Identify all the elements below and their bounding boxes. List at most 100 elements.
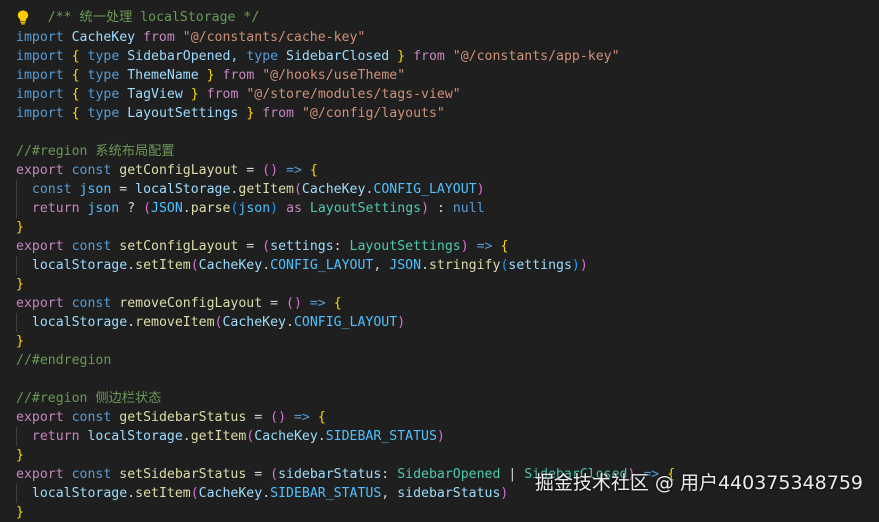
code-line: } bbox=[16, 446, 24, 465]
code-token: export bbox=[16, 467, 64, 482]
code-line: return localStorage.getItem(CacheKey.SID… bbox=[16, 427, 445, 446]
code-token: type bbox=[87, 106, 120, 121]
code-token: } bbox=[397, 49, 406, 64]
code-token: from bbox=[222, 68, 255, 83]
code-token: CacheKey bbox=[198, 258, 263, 273]
code-token: localStorage bbox=[31, 258, 128, 273]
code-token: export bbox=[16, 163, 64, 178]
code-token: const bbox=[71, 239, 112, 254]
code-token: SidebarOpened, bbox=[119, 49, 247, 64]
code-token: //#region 侧边栏状态 bbox=[16, 391, 162, 406]
code-token: sidebarStatus bbox=[397, 486, 501, 501]
code-token: CacheKey bbox=[222, 315, 287, 330]
code-token: json bbox=[238, 201, 271, 216]
code-token: } bbox=[190, 87, 199, 102]
code-line: //#region 侧边栏状态 bbox=[16, 389, 161, 408]
code-token: "@/hooks/useTheme" bbox=[262, 68, 406, 83]
code-token: : bbox=[429, 201, 453, 216]
code-token: . bbox=[127, 258, 136, 273]
code-line: export const setConfigLayout = (settings… bbox=[16, 237, 508, 256]
code-token: CONFIG_LAYOUT bbox=[293, 315, 398, 330]
code-token: getItem bbox=[238, 182, 294, 197]
code-token: json bbox=[87, 201, 120, 216]
code-line: import { type SidebarOpened, type Sideba… bbox=[16, 47, 620, 66]
code-token: from bbox=[262, 106, 294, 121]
code-token: ( bbox=[293, 182, 302, 197]
code-token: getSidebarStatus bbox=[119, 410, 247, 425]
code-token: return bbox=[31, 429, 80, 444]
code-token: } bbox=[16, 277, 24, 292]
code-token: import bbox=[16, 87, 64, 102]
code-token: settings bbox=[508, 258, 572, 273]
code-token: const bbox=[71, 163, 112, 178]
code-token: json bbox=[79, 182, 112, 197]
code-token: import bbox=[16, 49, 64, 64]
code-token: import bbox=[16, 68, 64, 83]
code-line: //#endregion bbox=[16, 351, 111, 370]
code-token: type bbox=[87, 87, 120, 102]
code-token: ( bbox=[270, 467, 279, 482]
code-line: import { type ThemeName } from "@/hooks/… bbox=[16, 66, 405, 85]
code-token: TagView bbox=[119, 87, 191, 102]
code-token: getItem bbox=[190, 429, 247, 444]
code-editor[interactable]: /** 统一处理 localStorage */ import CacheKey… bbox=[0, 0, 879, 520]
code-token: } bbox=[16, 220, 24, 235]
code-token: SIDEBAR_STATUS bbox=[325, 429, 437, 444]
code-line: const json = localStorage.getItem(CacheK… bbox=[16, 180, 485, 199]
code-token: localStorage bbox=[31, 315, 128, 330]
code-token: "@/store/modules/tags-view" bbox=[246, 87, 461, 102]
code-token: . bbox=[127, 315, 136, 330]
code-token: { bbox=[333, 296, 342, 311]
code-line: } bbox=[16, 218, 24, 237]
code-token: . bbox=[127, 486, 136, 501]
code-line: } bbox=[16, 275, 24, 294]
code-token: = bbox=[238, 163, 263, 178]
code-token: CONFIG_LAYOUT bbox=[270, 258, 374, 273]
code-token: import bbox=[16, 106, 64, 121]
code-token: = bbox=[111, 182, 136, 197]
code-line: return json ? (JSON.parse(json) as Layou… bbox=[16, 199, 485, 218]
lightbulb-icon[interactable] bbox=[16, 9, 30, 25]
code-token: setConfigLayout bbox=[119, 239, 239, 254]
code-token: : bbox=[333, 239, 350, 254]
code-line: } bbox=[16, 503, 24, 522]
code-token: => bbox=[293, 410, 310, 425]
code-line: //#region 系统布局配置 bbox=[16, 142, 175, 161]
code-token: null bbox=[452, 201, 485, 216]
code-token: parse bbox=[190, 201, 231, 216]
code-token: ) bbox=[579, 258, 588, 273]
code-token: "@/config/layouts" bbox=[301, 106, 445, 121]
code-token: LayoutSettings bbox=[309, 201, 422, 216]
code-token: { bbox=[309, 163, 318, 178]
code-token: localStorage bbox=[135, 182, 231, 197]
code-token: . bbox=[421, 258, 429, 273]
code-token: CONFIG_LAYOUT bbox=[373, 182, 477, 197]
code-token: const bbox=[71, 296, 112, 311]
code-token: getConfigLayout bbox=[119, 163, 239, 178]
code-token: , bbox=[373, 258, 390, 273]
code-token: LayoutSettings bbox=[349, 239, 461, 254]
code-line: import CacheKey from "@/constants/cache-… bbox=[16, 28, 365, 47]
code-token: LayoutSettings bbox=[119, 106, 247, 121]
code-token: CacheKey bbox=[198, 486, 263, 501]
code-line: export const getSidebarStatus = () => { bbox=[16, 408, 326, 427]
code-token: "@/constants/cache-key" bbox=[182, 30, 366, 45]
code-token: } bbox=[206, 68, 215, 83]
code-token: as bbox=[286, 201, 302, 216]
code-line: import { type TagView } from "@/store/mo… bbox=[16, 85, 461, 104]
